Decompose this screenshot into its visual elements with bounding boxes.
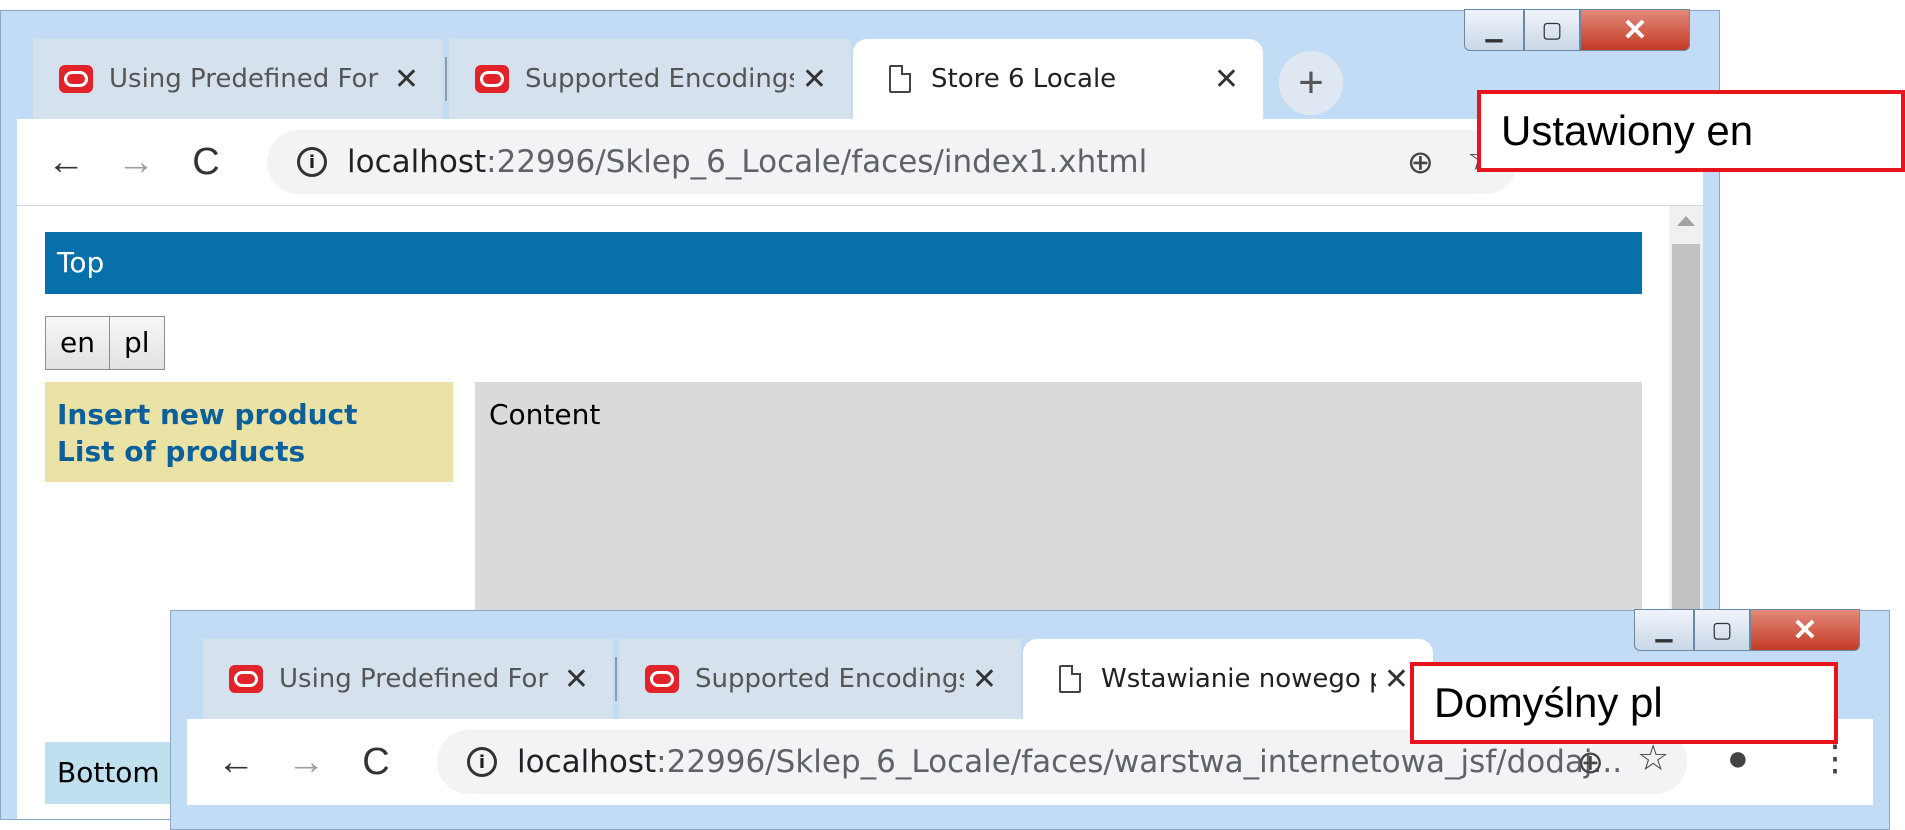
zoom-icon[interactable]: ⊕ bbox=[1407, 143, 1434, 181]
tab-supported-encodings[interactable]: Supported Encodings ✕ bbox=[619, 639, 1021, 719]
oracle-icon bbox=[229, 665, 263, 693]
tab-store-6-locale[interactable]: Store 6 Locale ✕ bbox=[853, 39, 1263, 119]
tab-separator bbox=[615, 657, 617, 701]
close-window-button[interactable]: ✕ bbox=[1580, 9, 1690, 51]
document-icon bbox=[1059, 665, 1081, 693]
forward-icon[interactable]: → bbox=[271, 741, 341, 784]
scroll-up-arrow-icon[interactable] bbox=[1677, 216, 1695, 226]
window-controls: ▁ ▢ ✕ bbox=[1634, 609, 1860, 655]
callout-default-pl: Domyślny pl bbox=[1410, 662, 1838, 744]
close-window-button[interactable]: ✕ bbox=[1750, 609, 1860, 651]
reload-icon[interactable]: C bbox=[171, 141, 241, 184]
tab-strip: Using Predefined For ✕ Supported Encodin… bbox=[1, 9, 1719, 119]
url-path: :22996/Sklep_6_Locale/faces/warstwa_inte… bbox=[656, 744, 1623, 780]
zoom-icon[interactable]: ⊕ bbox=[1577, 743, 1604, 781]
menu-link-list-products[interactable]: List of products bbox=[57, 433, 441, 470]
tab-wstawianie-nowego[interactable]: Wstawianie nowego p ✕ bbox=[1023, 639, 1433, 719]
window-controls: ▁ ▢ ✕ bbox=[1464, 9, 1690, 55]
browser-toolbar: ← → C i localhost:22996/Sklep_6_Locale/f… bbox=[17, 119, 1703, 205]
page-top-bar: Top bbox=[45, 232, 1642, 294]
back-icon[interactable]: ← bbox=[31, 141, 101, 184]
minimize-button[interactable]: ▁ bbox=[1634, 609, 1694, 651]
reload-icon[interactable]: C bbox=[341, 741, 411, 784]
tab-supported-encodings[interactable]: Supported Encodings ✕ bbox=[449, 39, 851, 119]
tab-close-icon[interactable]: ✕ bbox=[802, 62, 827, 97]
tab-close-icon[interactable]: ✕ bbox=[564, 662, 589, 697]
document-icon bbox=[889, 65, 911, 93]
tab-using-predefined[interactable]: Using Predefined For ✕ bbox=[203, 639, 613, 719]
url-path: :22996/Sklep_6_Locale/faces/index1.xhtml bbox=[486, 144, 1148, 180]
tab-close-icon[interactable]: ✕ bbox=[1384, 662, 1409, 697]
info-icon[interactable]: i bbox=[297, 147, 327, 177]
oracle-icon bbox=[645, 665, 679, 693]
lang-en-button[interactable]: en bbox=[45, 316, 110, 370]
url-host: localhost bbox=[517, 744, 657, 780]
minimize-button[interactable]: ▁ bbox=[1464, 9, 1524, 51]
back-icon[interactable]: ← bbox=[201, 741, 271, 784]
lang-pl-button[interactable]: pl bbox=[109, 316, 165, 370]
language-switcher: en pl bbox=[45, 316, 165, 370]
maximize-button[interactable]: ▢ bbox=[1694, 609, 1750, 651]
oracle-icon bbox=[475, 65, 509, 93]
forward-icon[interactable]: → bbox=[101, 141, 171, 184]
tab-using-predefined[interactable]: Using Predefined For ✕ bbox=[33, 39, 443, 119]
url-host: localhost bbox=[347, 144, 487, 180]
tab-separator bbox=[445, 57, 447, 101]
info-icon[interactable]: i bbox=[467, 747, 497, 777]
oracle-icon bbox=[59, 65, 93, 93]
tab-close-icon[interactable]: ✕ bbox=[972, 662, 997, 697]
tab-close-icon[interactable]: ✕ bbox=[1214, 62, 1239, 97]
address-bar[interactable]: i localhost:22996/Sklep_6_Locale/faces/i… bbox=[267, 130, 1517, 194]
menu-link-insert-product[interactable]: Insert new product bbox=[57, 396, 441, 433]
new-tab-button[interactable]: + bbox=[1279, 51, 1343, 115]
callout-set-en: Ustawiony en bbox=[1477, 90, 1905, 172]
side-menu: Insert new product List of products bbox=[45, 382, 453, 482]
maximize-button[interactable]: ▢ bbox=[1524, 9, 1580, 51]
tab-close-icon[interactable]: ✕ bbox=[394, 62, 419, 97]
